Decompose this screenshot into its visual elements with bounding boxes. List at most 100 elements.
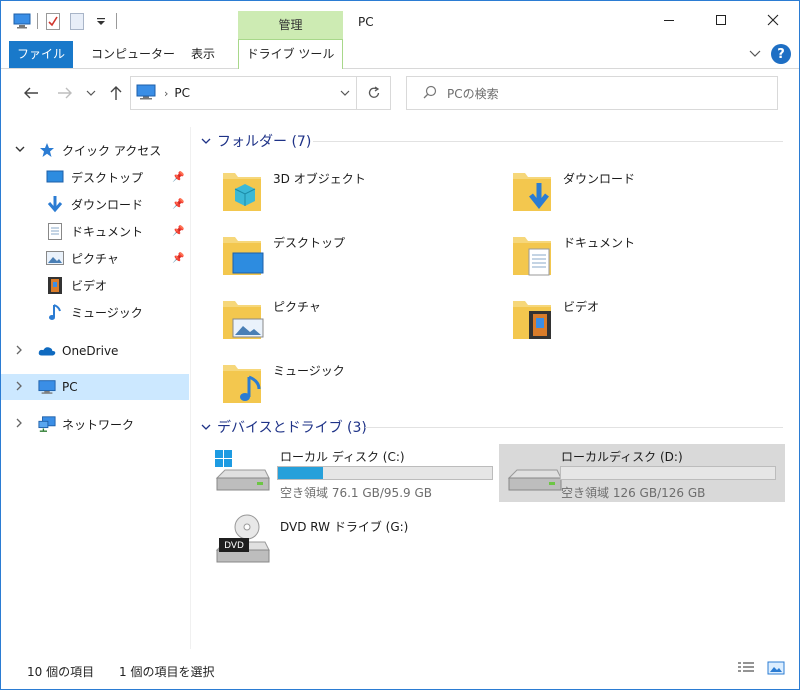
drive-tile-g[interactable]: DVD DVD RW ドライブ (G:) (203, 514, 493, 572)
expand-ribbon-icon[interactable] (749, 47, 761, 61)
pc-icon (38, 378, 56, 396)
view-switcher (737, 661, 785, 678)
status-bar: 10 個の項目 1 個の項目を選択 (1, 651, 799, 689)
drive-tile-d[interactable]: ローカルディスク (D:) 空き領域 126 GB/126 GB (499, 444, 785, 502)
downloads-folder-icon (513, 173, 551, 211)
folder-tile[interactable]: デスクトップ (221, 231, 481, 281)
navigation-bar: › PC PCの検索 (1, 73, 799, 113)
folder-tile[interactable]: ピクチャ (221, 295, 481, 345)
close-button[interactable] (747, 1, 799, 39)
address-dropdown-icon[interactable] (340, 86, 350, 100)
pin-icon[interactable]: 📌 (172, 172, 184, 183)
network-icon (38, 415, 56, 433)
folder-label: ミュージック (273, 364, 345, 378)
video-icon (46, 276, 64, 294)
group-title: デバイスとドライブ (3) (217, 420, 367, 436)
nav-item-videos[interactable]: ビデオ (1, 272, 189, 298)
forward-button[interactable] (55, 83, 75, 103)
chevron-right-icon[interactable] (15, 381, 23, 394)
customize-qat-icon[interactable] (92, 12, 110, 30)
nav-label: クイック アクセス (62, 143, 162, 158)
title-bar: 管理 PC (1, 1, 799, 39)
nav-quick-access[interactable]: クイック アクセス (1, 137, 189, 163)
back-button[interactable] (21, 83, 41, 103)
chevron-down-icon (201, 135, 211, 148)
nav-item-desktop[interactable]: デスクトップ 📌 (1, 164, 189, 190)
explorer-window: 管理 PC ファイル コンピューター 表示 ドライブ ツール ? › PC PC… (0, 0, 800, 690)
drive-usage-fill (278, 467, 323, 479)
nav-label: デスクトップ (71, 170, 144, 185)
pc-icon (136, 84, 156, 103)
nav-item-pictures[interactable]: ピクチャ 📌 (1, 245, 189, 271)
chevron-right-icon[interactable] (15, 418, 23, 431)
music-folder-icon (223, 365, 261, 403)
devices-group-header[interactable]: デバイスとドライブ (3) (201, 417, 367, 437)
folder-tile[interactable]: ダウンロード (511, 167, 771, 217)
search-icon (423, 85, 437, 102)
selection-count: 1 個の項目を選択 (119, 665, 215, 679)
maximize-button[interactable] (695, 1, 747, 39)
chevron-down-icon (201, 421, 211, 434)
pane-divider[interactable] (190, 127, 191, 649)
pc-app-icon[interactable] (13, 12, 31, 30)
folder-tile[interactable]: 3D オブジェクト (221, 167, 481, 217)
navigation-pane: クイック アクセス デスクトップ 📌 ダウンロード 📌 ドキュメント 📌 ピクチ… (1, 127, 191, 651)
minimize-button[interactable] (643, 1, 695, 39)
breadcrumb-pc[interactable]: PC (174, 86, 190, 100)
picture-icon (46, 249, 64, 267)
large-icons-view-icon[interactable] (767, 661, 785, 678)
properties-icon[interactable] (44, 12, 62, 30)
folder-label: ドキュメント (563, 236, 636, 250)
documents-folder-icon (513, 237, 551, 276)
windows-drive-icon (215, 450, 270, 491)
tab-computer[interactable]: コンピューター (81, 41, 185, 68)
drive-label: ローカルディスク (D:) (561, 450, 683, 464)
folder-label: ピクチャ (273, 300, 321, 314)
nav-label: ビデオ (71, 278, 108, 293)
drive-label: ローカル ディスク (C:) (280, 450, 405, 464)
hard-drive-icon (507, 469, 562, 491)
nav-pc[interactable]: PC (1, 374, 189, 400)
up-button[interactable] (106, 83, 126, 103)
pin-icon[interactable]: 📌 (172, 226, 184, 237)
details-view-icon[interactable] (737, 661, 755, 678)
help-button[interactable]: ? (771, 44, 791, 64)
nav-label: ネットワーク (62, 417, 135, 432)
up-arrow-icon (110, 86, 122, 100)
drive-tile-c[interactable]: ローカル ディスク (C:) 空き領域 76.1 GB/95.9 GB (203, 444, 493, 502)
pin-icon[interactable]: 📌 (172, 253, 184, 264)
search-box[interactable]: PCの検索 (406, 76, 778, 110)
folders-group-header[interactable]: フォルダー (7) (201, 131, 311, 151)
nav-onedrive[interactable]: OneDrive (1, 338, 189, 364)
chevron-down-icon[interactable] (15, 145, 25, 156)
window-title: PC (358, 15, 374, 29)
tab-drive-tools[interactable]: ドライブ ツール (238, 39, 343, 69)
quick-access-toolbar (13, 12, 117, 30)
desktop-icon (46, 168, 64, 186)
chevron-down-icon (86, 90, 96, 96)
chevron-right-icon[interactable] (15, 345, 23, 358)
nav-network[interactable]: ネットワーク (1, 411, 189, 437)
tab-file[interactable]: ファイル (9, 41, 73, 68)
folder-tile[interactable]: ミュージック (221, 359, 481, 409)
ribbon-tabs: ファイル コンピューター 表示 ドライブ ツール ? (1, 39, 799, 69)
folder-tile[interactable]: ビデオ (511, 295, 771, 345)
drive-usage-bar (277, 466, 493, 480)
nav-item-downloads[interactable]: ダウンロード 📌 (1, 191, 189, 217)
folder-label: デスクトップ (273, 236, 346, 250)
folder-label: ビデオ (563, 300, 600, 314)
item-count: 10 個の項目 (27, 665, 95, 679)
address-bar[interactable]: › PC (130, 76, 357, 110)
new-folder-icon[interactable] (68, 12, 86, 30)
dvd-badge: DVD (224, 541, 244, 551)
refresh-button[interactable] (357, 76, 391, 110)
nav-item-music[interactable]: ミュージック (1, 299, 189, 325)
folder-tile[interactable]: ドキュメント (511, 231, 771, 281)
close-icon (767, 14, 779, 26)
recent-locations-button[interactable] (84, 83, 98, 103)
pin-icon[interactable]: 📌 (172, 199, 184, 210)
nav-item-documents[interactable]: ドキュメント 📌 (1, 218, 189, 244)
window-controls (643, 1, 799, 39)
videos-folder-icon (513, 301, 551, 339)
tab-view[interactable]: 表示 (181, 41, 225, 68)
